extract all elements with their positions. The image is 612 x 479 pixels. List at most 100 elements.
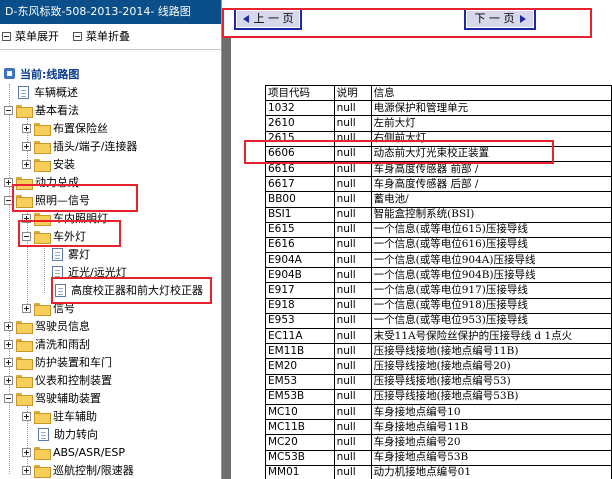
table-cell: null (333, 115, 372, 132)
tree-item-vehicle-overview[interactable]: 车辆概述 (18, 84, 78, 100)
expand-node-icon[interactable] (22, 159, 31, 169)
table-row: EM20 null 压接导线接地(接地点编号20) (265, 358, 612, 375)
table-row: E904B null 一个信息(或等电位904B)压接导线 (265, 267, 612, 284)
expand-node-icon[interactable] (22, 123, 31, 133)
tree-item-driving-assist[interactable]: 驾驶辅助装置 (4, 390, 101, 406)
tree-item-power-steering[interactable]: 助力转向 (38, 426, 98, 442)
document-icon (18, 85, 29, 99)
navigation-panel: D-东风标致-508-2013-2014- 线路图 菜单展开 菜单折叠 当前:线… (0, 0, 222, 479)
table-cell: null (333, 267, 372, 284)
tree-item-label: 雾灯 (68, 248, 90, 261)
tree-item-installation[interactable]: 安装 (22, 156, 75, 172)
folder-icon (34, 410, 51, 424)
folder-icon (34, 302, 51, 316)
table-cell: 动力机接地点编号01 (370, 464, 612, 479)
folder-icon (16, 374, 33, 388)
folder-icon (16, 320, 33, 334)
table-cell: null (333, 419, 372, 436)
table-cell: null (333, 252, 372, 269)
table-row: E918 null 一个信息(或等电位918)压接导线 (265, 297, 612, 314)
table-cell: E953 (265, 312, 335, 330)
tree-item-connectors[interactable]: 插头/端子/连接器 (22, 138, 137, 154)
document-page: 项目代码 说明 信息 1032 null 电源保护和管理单元 2610 null 左前大灯 261… (231, 38, 612, 479)
tree-item-label: 车辆概述 (34, 86, 78, 99)
expand-node-icon[interactable] (4, 321, 13, 331)
expand-node-icon[interactable] (4, 339, 13, 349)
table-cell: null (333, 236, 372, 254)
tree-item-basics[interactable]: 基本看法 (4, 102, 79, 118)
table-cell: null (333, 297, 372, 314)
folder-icon (34, 122, 51, 136)
expand-menu-label: 菜单展开 (15, 30, 59, 43)
table-row: EM53B null 压接导线接地(接地点编号53B) (265, 388, 612, 405)
table-cell: 一个信息(或等电位615)压接导线 (370, 221, 612, 238)
table-cell: null (333, 434, 372, 451)
content-frame: 上 一 页 下 一 页 项目代码 说明 信息 1032 null 电源保护和管理单元 261… (222, 0, 612, 479)
tree-root[interactable]: 当前:线路图 (4, 66, 79, 82)
tree-item-parking-assist[interactable]: 驻车辅助 (22, 408, 97, 424)
table-cell: 智能盒控制系统(BSI) (370, 206, 612, 223)
menu-bar: 菜单展开 菜单折叠 (0, 24, 221, 48)
table-cell: 电源保护和管理单元 (370, 100, 612, 117)
table-row: BSI1 null 智能盒控制系统(BSI) (265, 206, 612, 223)
table-cell: null (333, 449, 372, 466)
table-cell: 车身接地点编号53B (370, 449, 612, 466)
tree-item-fog-lights[interactable]: 雾灯 (52, 246, 90, 262)
table-header-cell: 项目代码 (265, 84, 335, 102)
table-cell: EM53 (265, 373, 335, 390)
expand-node-icon[interactable] (22, 141, 31, 151)
table-header-row: 项目代码 说明 信息 (265, 84, 612, 102)
table-cell: 车身接地点编号20 (370, 434, 612, 451)
table-cell: E917 (265, 282, 335, 299)
table-row: MM01 null 动力机接地点编号01 (265, 464, 612, 479)
expand-node-icon[interactable] (22, 303, 31, 313)
tree-item-label: 插头/端子/连接器 (53, 140, 138, 153)
tree-item-label: ABS/ASR/ESP (53, 445, 125, 459)
page-nav-bar: 上 一 页 下 一 页 (222, 0, 612, 38)
menu-divider (0, 49, 221, 50)
folder-open-icon (16, 104, 33, 118)
table-cell: EM53B (265, 388, 335, 405)
table-cell: null (333, 221, 372, 238)
collapse-menu-label: 菜单折叠 (86, 30, 130, 43)
table-cell: null (333, 403, 372, 421)
table-cell: 车身接地点编号11B (370, 419, 612, 436)
tree-item-protection-doors[interactable]: 防护装置和车门 (4, 354, 112, 370)
folder-icon (34, 158, 51, 172)
table-row: MC10 null 车身接地点编号10 (265, 403, 612, 421)
table-cell: BB00 (265, 191, 335, 208)
highlight-lighting-signal (12, 184, 138, 212)
tree-connector (9, 84, 10, 474)
table-row: EM11B null 压接导线接地(接地点编号11B) (265, 343, 612, 360)
table-cell: 一个信息(或等电位917)压接导线 (370, 282, 612, 299)
expand-node-icon[interactable] (4, 357, 13, 367)
table-cell: null (333, 282, 372, 299)
expand-node-icon[interactable] (22, 447, 31, 457)
tree-item-wash-wipe[interactable]: 清洗和雨刮 (4, 336, 90, 352)
table-cell: 左前大灯 (370, 115, 612, 132)
expand-node-icon[interactable] (4, 375, 13, 385)
highlight-nav-bar (222, 8, 592, 38)
table-cell: 6617 (265, 176, 335, 193)
table-cell: BSI1 (265, 206, 335, 223)
table-header-cell: 信息 (370, 84, 612, 102)
tree-item-instruments[interactable]: 仪表和控制装置 (4, 372, 112, 388)
collapse-menu-button[interactable]: 菜单折叠 (73, 28, 130, 44)
table-cell: MC20 (265, 434, 335, 451)
tree-item-cruise-control[interactable]: 巡航控制/限速器 (22, 462, 134, 478)
expand-node-icon[interactable] (22, 465, 31, 475)
tree-item-fuse-layout[interactable]: 布置保险丝 (22, 120, 108, 136)
collapse-node-icon[interactable] (4, 105, 13, 115)
tree-item-driver-info[interactable]: 驾驶员信息 (4, 318, 90, 334)
tree-item-label: 布置保险丝 (53, 122, 108, 135)
table-row: EC11A null 末受11A号保险丝保护的压接导线 d 1点火 (265, 327, 612, 345)
table-cell: EM20 (265, 358, 335, 375)
tree-item-label: 驾驶辅助装置 (35, 392, 101, 405)
tree-item-abs[interactable]: ABS/ASR/ESP (22, 444, 125, 460)
table-cell: MM01 (265, 464, 335, 479)
expand-menu-button[interactable]: 菜单展开 (2, 28, 59, 44)
table-cell: EC11A (265, 327, 335, 345)
table-cell: null (333, 206, 372, 223)
expand-node-icon[interactable] (22, 411, 31, 421)
collapse-node-icon[interactable] (4, 393, 13, 403)
